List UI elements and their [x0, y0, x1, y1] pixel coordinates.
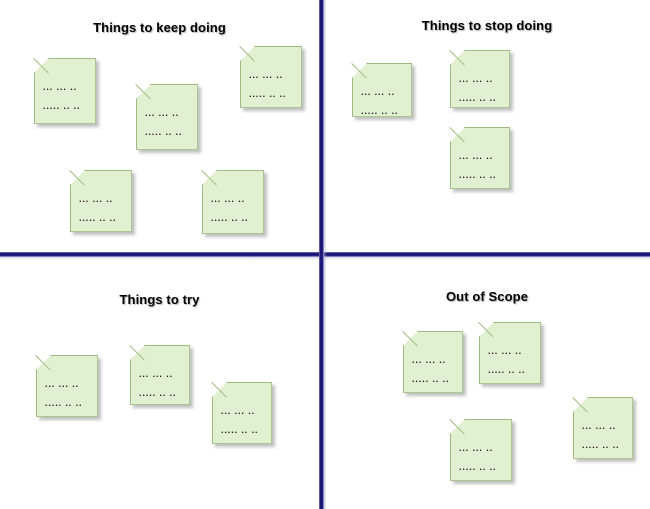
note-text-line: ... ... ..: [361, 87, 396, 97]
note-text-line: ..... .. ..: [361, 106, 399, 116]
note-text-line: ..... .. ..: [412, 374, 450, 384]
sticky-note[interactable]: ... ... .. ..... .. ..: [572, 397, 633, 462]
note-text-line: ... ... ..: [79, 194, 114, 204]
note-text-line: ... ... ..: [45, 379, 80, 389]
note-text-line: ..... .. ..: [43, 101, 81, 111]
sticky-note[interactable]: ... ... .. ..... .. ..: [449, 50, 510, 108]
sticky-note[interactable]: ... ... .. ..... .. ..: [239, 46, 302, 111]
note-text-line: ... ... ..: [459, 151, 494, 161]
note-text-line: ..... .. ..: [79, 213, 117, 223]
note-text-line: ..... .. ..: [459, 462, 497, 472]
note-text-line: ... ... ..: [145, 108, 180, 118]
note-text-line: ... ... ..: [43, 82, 78, 92]
note-text-block: ... ... .. ..... .. ..: [45, 379, 91, 420]
note-text-block: ... ... .. ..... .. ..: [582, 421, 626, 462]
quadrant-title-stop: Things to stop doing: [421, 18, 553, 33]
sticky-note[interactable]: ... ... .. ..... .. ..: [211, 382, 272, 447]
note-text-line: ..... .. ..: [582, 440, 620, 450]
sticky-note[interactable]: ... ... .. ..... .. ..: [135, 84, 198, 150]
note-text-line: ..... .. ..: [459, 93, 497, 103]
note-text-block: ... ... .. ..... .. ..: [79, 194, 125, 235]
note-text-block: ... ... .. ..... .. ..: [221, 406, 265, 447]
note-text-line: ..... .. ..: [45, 398, 83, 408]
note-text-line: ..... .. ..: [145, 127, 183, 137]
note-text-line: ... ... ..: [459, 443, 494, 453]
sticky-note[interactable]: ... ... .. ..... .. ..: [351, 63, 412, 117]
note-text-block: ... ... .. ..... .. ..: [139, 369, 183, 410]
sticky-note[interactable]: ... ... .. ..... .. ..: [69, 170, 132, 235]
note-text-block: ... ... .. ..... .. ..: [43, 82, 89, 123]
vertical-divider: [319, 0, 327, 509]
note-text-line: ... ... ..: [459, 74, 494, 84]
sticky-note[interactable]: ... ... .. ..... .. ..: [201, 170, 264, 235]
note-text-block: ... ... .. ..... .. ..: [488, 346, 534, 387]
quadrant-title-scope: Out of Scope: [445, 289, 529, 304]
note-text-line: ... ... ..: [488, 346, 523, 356]
note-text-block: ... ... .. ..... .. ..: [211, 194, 257, 235]
note-text-block: ... ... .. ..... .. ..: [145, 108, 191, 149]
sticky-note[interactable]: ... ... .. ..... .. ..: [449, 419, 512, 484]
note-text-line: ... ... ..: [211, 194, 246, 204]
sticky-note[interactable]: ... ... .. ..... .. ..: [33, 58, 96, 124]
note-text-line: ..... .. ..: [221, 425, 259, 435]
note-text-line: ..... .. ..: [211, 213, 249, 223]
retrospective-quadrant-board: Things to keep doing Things to stop doin…: [0, 0, 650, 509]
sticky-note[interactable]: ... ... .. ..... .. ..: [129, 345, 190, 405]
note-text-block: ... ... .. ..... .. ..: [459, 443, 505, 484]
note-text-line: ..... .. ..: [139, 388, 177, 398]
note-text-block: ... ... .. ..... .. ..: [459, 151, 503, 192]
sticky-note[interactable]: ... ... .. ..... .. ..: [35, 355, 98, 420]
quadrant-title-try: Things to try: [119, 292, 200, 307]
note-text-line: ... ... ..: [582, 421, 617, 431]
sticky-note[interactable]: ... ... .. ..... .. ..: [402, 331, 463, 396]
note-text-block: ... ... .. ..... .. ..: [412, 355, 456, 396]
note-text-line: ... ... ..: [249, 70, 284, 80]
note-text-block: ... ... .. ..... .. ..: [459, 74, 503, 115]
note-text-line: ..... .. ..: [459, 170, 497, 180]
note-text-block: ... ... .. ..... .. ..: [249, 70, 295, 111]
note-text-block: ... ... .. ..... .. ..: [361, 87, 405, 128]
note-text-line: ... ... ..: [139, 369, 174, 379]
note-text-line: ..... .. ..: [488, 365, 526, 375]
note-text-line: ..... .. ..: [249, 89, 287, 99]
note-text-line: ... ... ..: [221, 406, 256, 416]
sticky-note[interactable]: ... ... .. ..... .. ..: [449, 127, 510, 192]
sticky-note[interactable]: ... ... .. ..... .. ..: [478, 322, 541, 387]
quadrant-title-keep: Things to keep doing: [93, 20, 226, 35]
note-text-line: ... ... ..: [412, 355, 447, 365]
